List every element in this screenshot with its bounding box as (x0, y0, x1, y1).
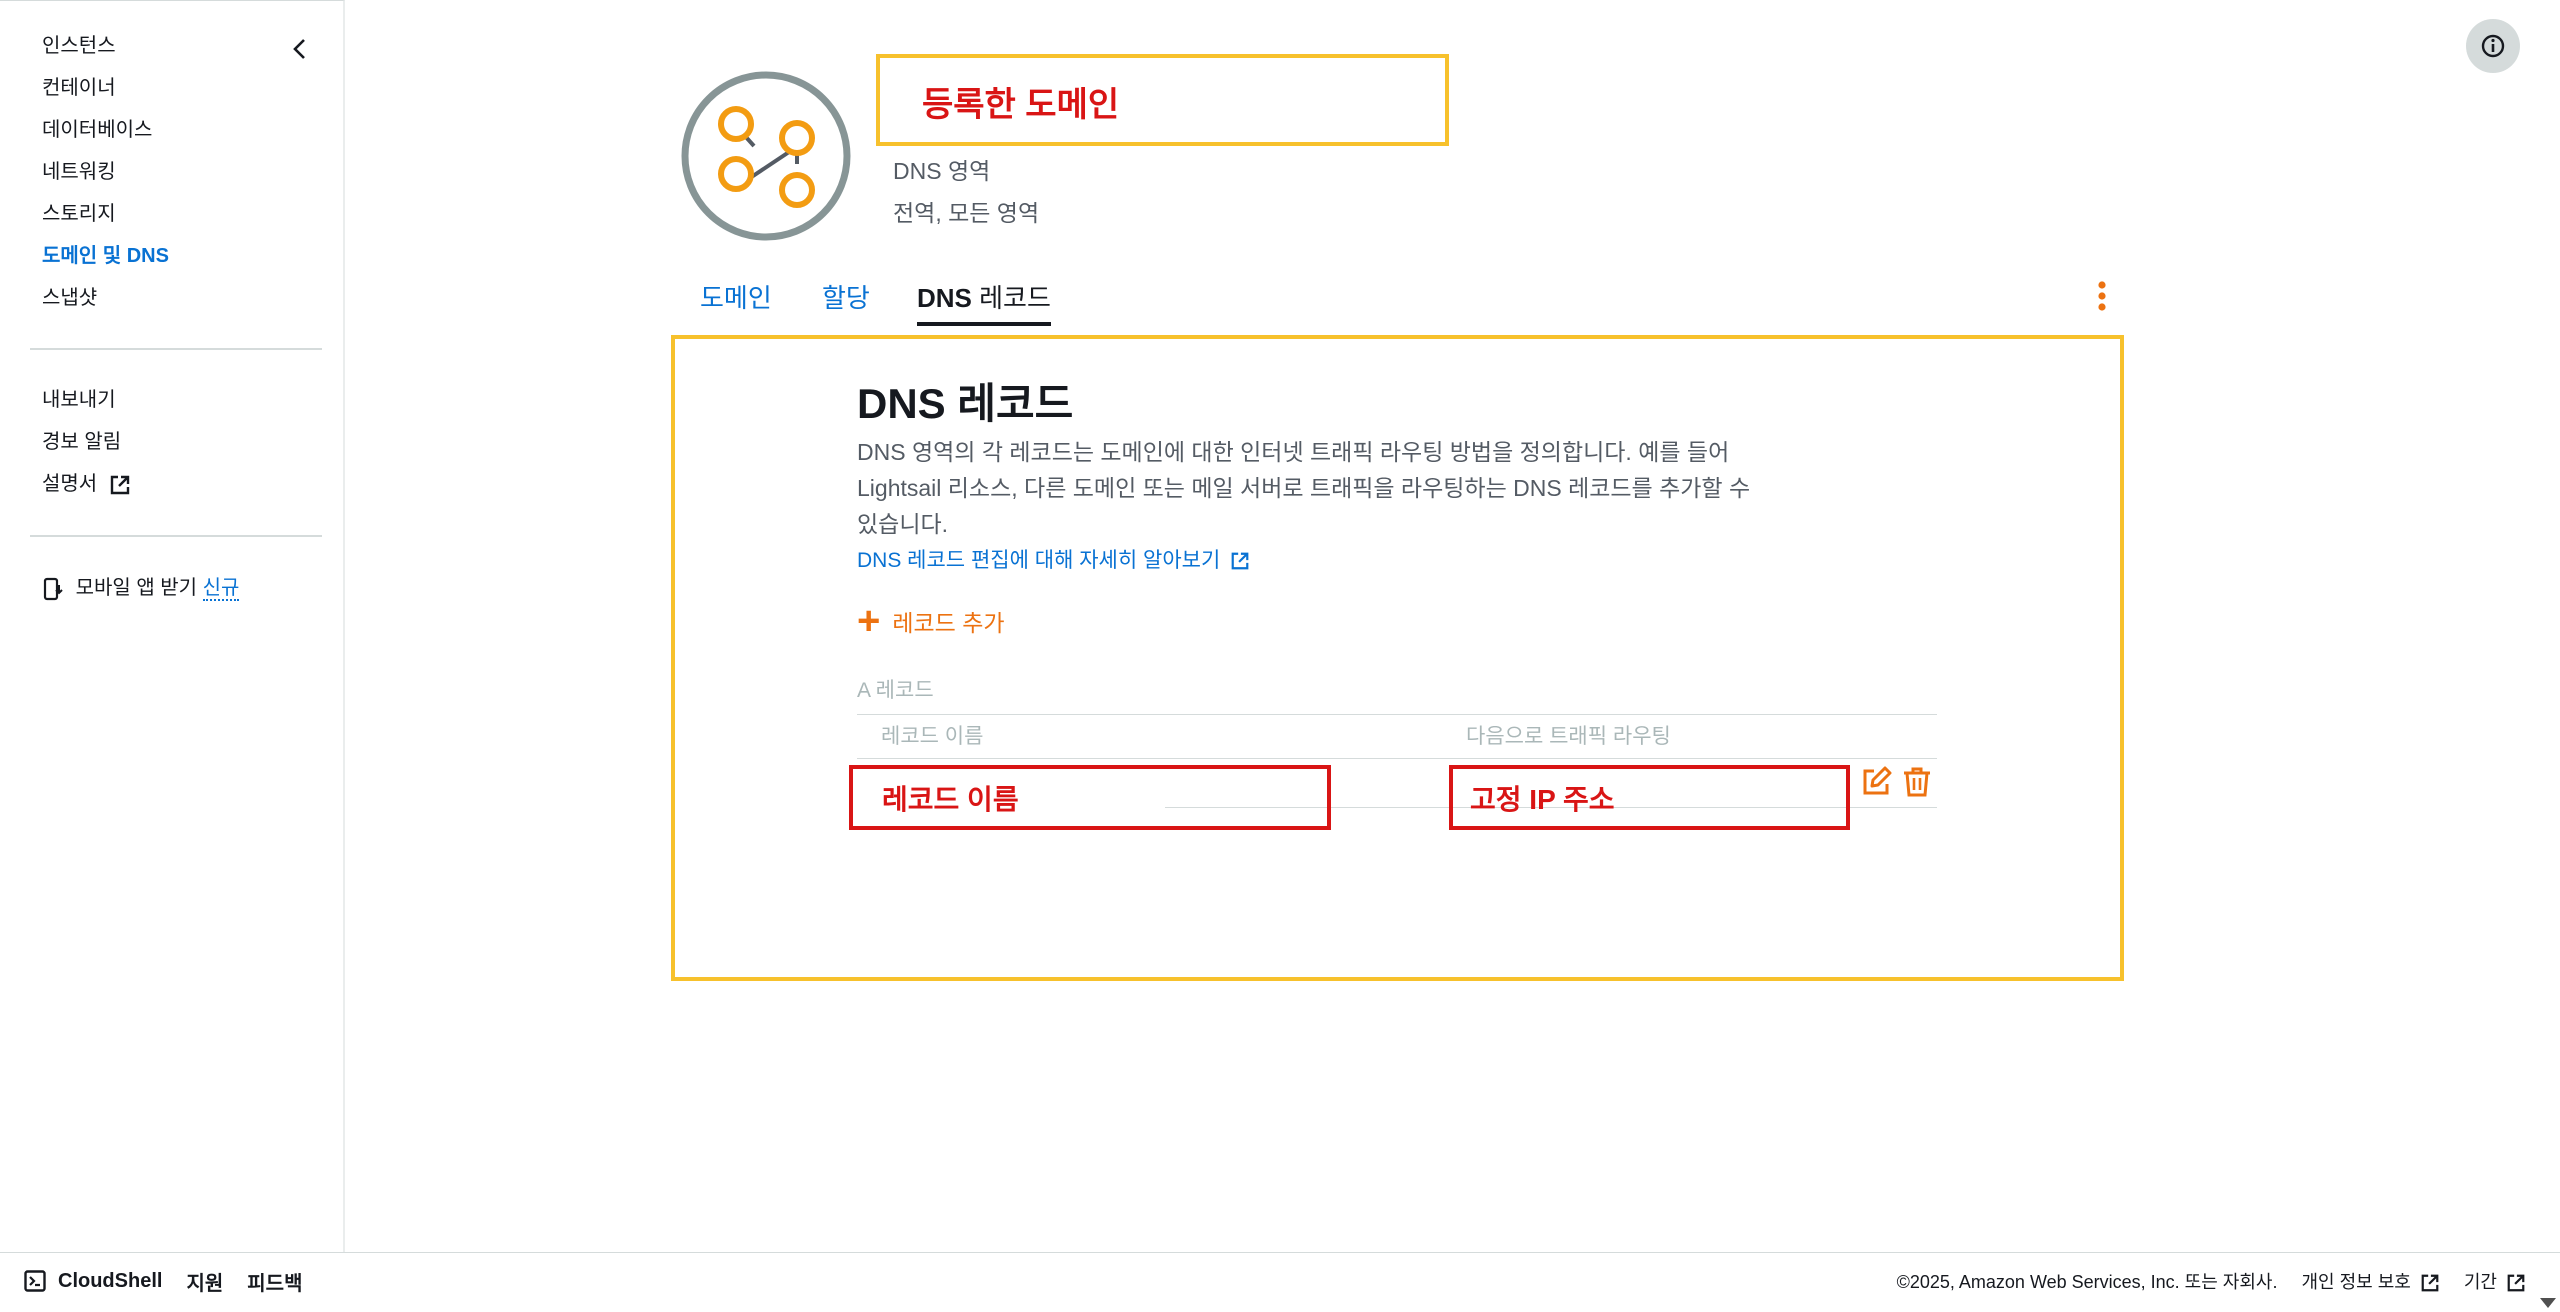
edit-record-button[interactable] (1860, 766, 1892, 803)
learn-more-label: DNS 레코드 편집에 대해 자세히 알아보기 (857, 549, 1221, 572)
cloudshell-icon (24, 1270, 46, 1292)
add-record-button[interactable]: + 레코드 추가 (857, 599, 1005, 643)
sidebar: 인스턴스 컨테이너 데이터베이스 네트워킹 스토리지 도메인 및 DNS 스냅샷… (0, 0, 345, 1252)
privacy-label: 개인 정보 보호 (2301, 1272, 2411, 1292)
sidebar-item-databases[interactable]: 데이터베이스 (42, 109, 169, 151)
record-type-label: A 레코드 (857, 679, 934, 702)
sidebar-item-docs[interactable]: 설명서 (42, 463, 131, 505)
footer-right: ©2025, Amazon Web Services, Inc. 또는 자회사.… (1873, 1253, 2526, 1309)
section-description: DNS 영역의 각 레코드는 도메인에 대한 인터넷 트래픽 라우팅 방법을 정… (857, 439, 1751, 537)
mobile-download-icon (43, 577, 63, 600)
external-link-icon (2421, 1274, 2439, 1292)
sidebar-item-domains-dns[interactable]: 도메인 및 DNS (42, 235, 169, 277)
sidebar-divider (30, 348, 322, 350)
scroll-down-arrow-icon[interactable] (2540, 1298, 2556, 1308)
footer-left: CloudShell 지원 피드백 (24, 1253, 326, 1309)
add-record-label: 레코드 추가 (892, 610, 1005, 636)
column-header-record-name: 레코드 이름 (881, 725, 984, 748)
sidebar-item-exports[interactable]: 내보내기 (42, 379, 131, 421)
tab-dns-records-rest: 레코드 (971, 283, 1051, 313)
trash-icon (1904, 767, 1930, 797)
domain-dns-icon (681, 71, 851, 241)
section-title: DNS 레코드 (857, 370, 1073, 431)
copyright-text: ©2025, Amazon Web Services, Inc. 또는 자회사. (1896, 1272, 2278, 1292)
sidebar-item-containers[interactable]: 컨테이너 (42, 67, 169, 109)
chevron-left-icon (293, 39, 305, 59)
tab-domains[interactable]: 도메인 (700, 280, 772, 326)
sidebar-item-alarms[interactable]: 경보 알림 (42, 421, 131, 463)
cloudshell-button[interactable]: CloudShell (58, 1270, 162, 1293)
external-link-icon (110, 475, 129, 494)
more-actions-button[interactable] (2092, 280, 2112, 314)
delete-record-button[interactable] (1902, 766, 1932, 803)
info-icon (2481, 34, 2505, 58)
learn-more-link[interactable]: DNS 레코드 편집에 대해 자세히 알아보기 (857, 544, 1250, 574)
terms-label: 기간 (2463, 1272, 2497, 1292)
feedback-link[interactable]: 피드백 (247, 1267, 302, 1296)
privacy-link[interactable]: 개인 정보 보호 (2301, 1268, 2439, 1294)
table-divider (857, 714, 1937, 715)
sidebar-item-networking[interactable]: 네트워킹 (42, 151, 169, 193)
sidebar-item-instances[interactable]: 인스턴스 (42, 25, 169, 67)
table-divider (857, 758, 1937, 759)
section-title-a: DNS (857, 380, 946, 427)
plus-icon: + (857, 599, 881, 643)
mobile-app-link[interactable]: 모바일 앱 받기 신규 (42, 567, 240, 609)
tab-dns-records[interactable]: DNS 레코드 (917, 280, 1051, 326)
more-vertical-icon (2098, 281, 2106, 311)
zone-scope: 전역, 모든 영역 (893, 200, 1040, 226)
domain-name: 등록한 도메인 (922, 86, 1120, 124)
dns-records-panel-highlight (671, 335, 2124, 981)
new-badge: 신규 (202, 577, 240, 601)
sidebar-item-snapshots[interactable]: 스냅샷 (42, 277, 169, 319)
zone-type: DNS 영역 (893, 158, 991, 184)
external-link-icon (1231, 553, 1249, 570)
docs-label: 설명서 (42, 473, 98, 495)
terms-link[interactable]: 기간 (2464, 1268, 2526, 1294)
sidebar-main-nav: 인스턴스 컨테이너 데이터베이스 네트워킹 스토리지 도메인 및 DNS 스냅샷 (42, 25, 169, 319)
column-header-route-to: 다음으로 트래픽 라우팅 (1466, 725, 1671, 748)
tab-dns-records-bold: DNS (917, 283, 972, 313)
collapse-sidebar-button[interactable] (286, 35, 314, 63)
support-link[interactable]: 지원 (186, 1267, 223, 1296)
mobile-app-label: 모바일 앱 받기 (75, 577, 198, 599)
sidebar-secondary-nav: 내보내기 경보 알림 설명서 (42, 379, 131, 505)
footer: CloudShell 지원 피드백 ©2025, Amazon Web Serv… (0, 1252, 2560, 1312)
edit-icon (1863, 766, 1892, 795)
record-name-value: 레코드 이름 (882, 784, 1019, 815)
info-button[interactable] (2466, 19, 2520, 73)
sidebar-divider (30, 535, 322, 537)
sidebar-item-storage[interactable]: 스토리지 (42, 193, 169, 235)
section-title-b: 레코드 (945, 380, 1074, 427)
external-link-icon (2507, 1274, 2525, 1292)
tab-assignments[interactable]: 할당 (822, 280, 870, 326)
record-target-value: 고정 IP 주소 (1470, 784, 1615, 815)
